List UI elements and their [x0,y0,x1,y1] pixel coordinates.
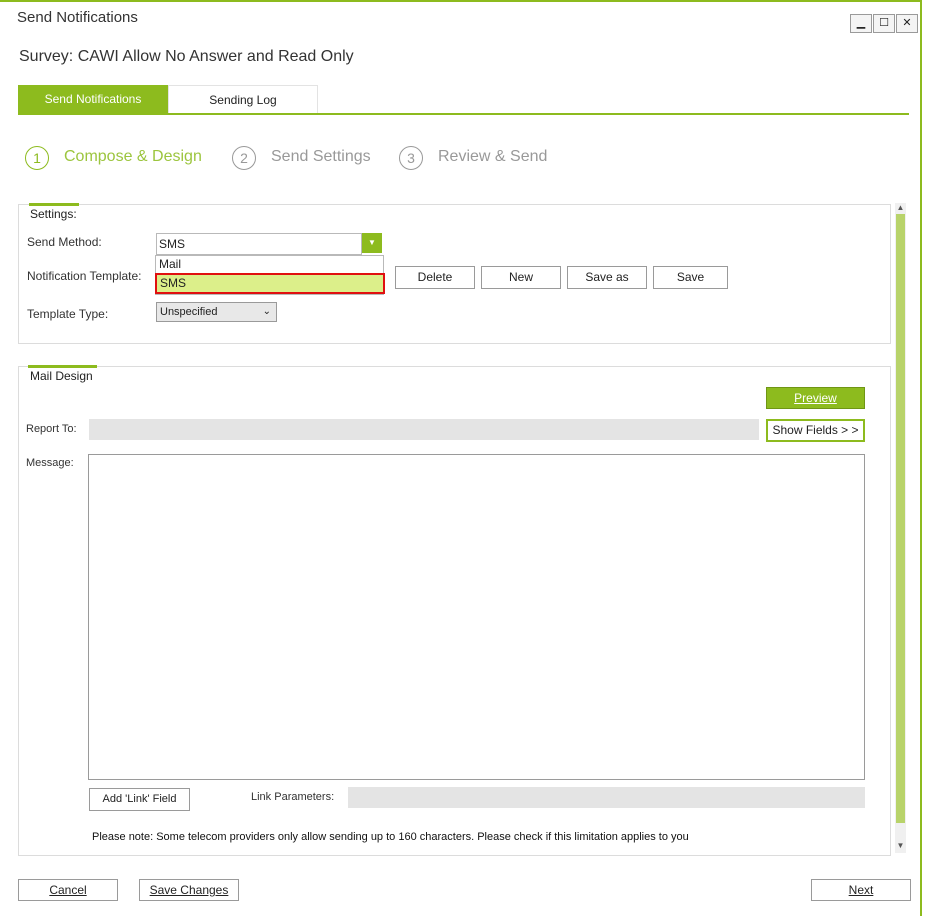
notification-template-label: Notification Template: [27,269,142,283]
step-1-label[interactable]: Compose & Design [64,148,202,166]
link-parameters-field[interactable] [348,787,865,808]
settings-title: Settings: [30,207,77,221]
cancel-button[interactable]: Cancel [18,879,118,901]
new-button[interactable]: New [481,266,561,289]
mail-design-title: Mail Design [30,369,93,383]
sms-length-note: Please note: Some telecom providers only… [92,831,689,843]
message-textarea[interactable] [88,454,865,780]
show-fields-button[interactable]: Show Fields > > [766,419,865,442]
template-type-label: Template Type: [27,307,109,321]
save-as-button[interactable]: Save as [567,266,647,289]
dropdown-option-mail[interactable]: Mail [156,257,385,272]
survey-title: Survey: CAWI Allow No Answer and Read On… [19,48,354,65]
template-type-value: Unspecified [160,306,218,318]
message-label: Message: [26,457,74,469]
step-2-circle: 2 [232,146,256,170]
tab-underline [18,113,909,115]
add-link-field-button[interactable]: Add 'Link' Field [89,788,190,811]
template-type-select[interactable]: Unspecified ⌄ [156,302,277,322]
window-right-border [920,0,922,916]
window-title: Send Notifications [17,9,138,26]
maximize-button[interactable]: ☐ [873,14,895,33]
save-button[interactable]: Save [653,266,728,289]
window-top-border [0,0,922,2]
step-3-circle: 3 [399,146,423,170]
send-method-value: SMS [159,237,186,251]
chevron-down-icon[interactable]: ▼ [362,233,382,253]
preview-button[interactable]: Preview [766,387,865,409]
settings-accent [29,203,79,206]
delete-button[interactable]: Delete [395,266,475,289]
report-to-field[interactable] [89,419,759,440]
minimize-button[interactable]: ▁ [850,14,872,33]
mail-design-accent [28,365,97,368]
send-method-combo[interactable]: SMS [156,233,362,255]
scrollbar-thumb[interactable] [896,214,905,823]
link-parameters-label: Link Parameters: [251,791,335,803]
step-3-label[interactable]: Review & Send [438,148,547,166]
tab-send-notifications[interactable]: Send Notifications [18,85,168,113]
step-2-label[interactable]: Send Settings [271,148,371,166]
dropdown-option-sms[interactable]: SMS [155,273,385,294]
next-button[interactable]: Next [811,879,911,901]
tab-sending-log[interactable]: Sending Log [168,85,318,113]
send-method-label: Send Method: [27,235,102,249]
report-to-label: Report To: [26,423,77,435]
chevron-down-icon: ⌄ [262,306,271,317]
scroll-up-icon[interactable]: ▲ [895,203,906,214]
step-1-circle: 1 [25,146,49,170]
close-button[interactable]: ✕ [896,14,918,33]
scroll-down-icon[interactable]: ▼ [895,841,906,852]
save-changes-button[interactable]: Save Changes [139,879,239,901]
